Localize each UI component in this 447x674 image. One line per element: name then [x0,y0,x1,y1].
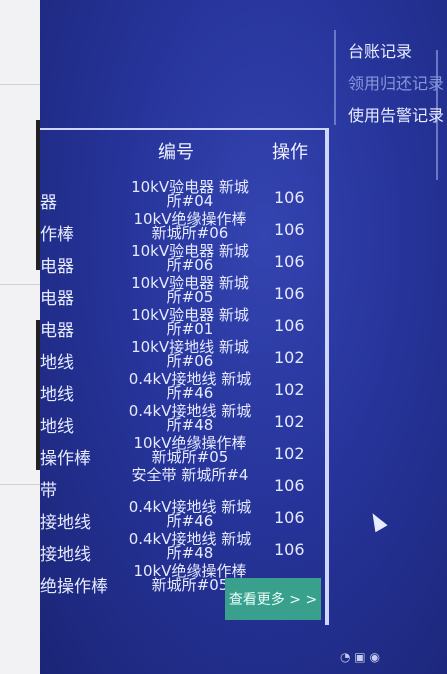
equipment-number: 10kV验电器 新城 所#04 [110,180,270,210]
equipment-name: 地线 [40,417,74,437]
table-row[interactable]: 地线 0.4kV接地线 新城 所#46 102 [40,372,325,406]
number-line: 所#05 [166,288,214,306]
operation-cell[interactable]: 106 [274,252,305,271]
menu-item-ledger[interactable]: 台账记录 [348,38,412,62]
number-line: 所#04 [166,192,214,210]
operation-cell[interactable]: 102 [274,380,305,399]
view-more-button[interactable]: 查看更多 > > [225,578,321,620]
equipment-number: 10kV验电器 新城 所#05 [110,276,270,306]
equipment-number: 10kV接地线 新城 所#06 [110,340,270,370]
record-menu: 台账记录 领用归还记录 使用告警记录 [334,30,447,180]
equipment-table: 编号 操作 器 10kV验电器 新城 所#04 106 作棒 10kV绝缘操作棒新… [40,128,329,625]
number-line: 所#48 [166,544,214,562]
number-line: 安全带 新城所#4 [131,466,249,484]
table-row[interactable]: 电器 10kV验电器 新城 所#05 106 [40,276,325,310]
equipment-number: 0.4kV接地线 新城 所#46 [110,372,270,402]
number-line: 所#01 [166,320,214,338]
table-row[interactable]: 接地线 0.4kV接地线 新城 所#48 106 [40,532,325,566]
left-window-panel [0,0,40,674]
table-row[interactable]: 接地线 0.4kV接地线 新城 所#46 106 [40,500,325,534]
table-row[interactable]: 作棒 10kV绝缘操作棒 新城所#06 106 [40,212,325,246]
operation-cell[interactable]: 106 [274,508,305,527]
number-line: 所#46 [166,384,214,402]
menu-item-borrow-return[interactable]: 领用归还记录 [348,70,444,94]
table-row[interactable]: 电器 10kV验电器 新城 所#01 106 [40,308,325,342]
equipment-number: 安全带 新城所#4 [110,466,270,484]
equipment-name: 带 [40,481,57,501]
number-line: 新城所#05 [151,448,229,466]
number-line: 所#46 [166,512,214,530]
operation-cell[interactable]: 106 [274,540,305,559]
menu-divider [334,30,336,125]
equipment-name: 电器 [40,321,74,341]
column-header-operation: 操作 [272,142,308,163]
equipment-name: 电器 [40,257,74,277]
equipment-name: 作棒 [40,225,74,245]
table-row[interactable]: 带 安全带 新城所#4 106 [40,466,325,502]
equipment-name: 操作棒 [40,449,91,469]
equipment-number: 10kV验电器 新城 所#01 [110,308,270,338]
equipment-name: 绝操作棒 [40,577,108,597]
operation-cell[interactable]: 102 [274,412,305,431]
panel-divider [0,484,40,485]
equipment-name: 接地线 [40,545,91,565]
taskbar-tray: ◔ ▣ ◉ [340,650,447,674]
equipment-name: 接地线 [40,513,91,533]
table-row[interactable]: 地线 0.4kV接地线 新城 所#48 102 [40,404,325,438]
panel-divider [0,84,40,85]
operation-cell[interactable]: 106 [274,316,305,335]
equipment-number: 0.4kV接地线 新城 所#48 [110,404,270,434]
table-header: 编号 操作 [40,130,325,164]
operation-cell[interactable]: 106 [274,476,305,495]
equipment-number: 10kV绝缘操作棒 新城所#06 [110,212,270,242]
operation-cell[interactable]: 106 [274,188,305,207]
operation-cell[interactable]: 106 [274,220,305,239]
equipment-name: 地线 [40,353,74,373]
menu-item-usage-alert[interactable]: 使用告警记录 [348,102,444,126]
equipment-number: 0.4kV接地线 新城 所#48 [110,532,270,562]
mouse-pointer-icon [366,509,388,533]
equipment-name: 电器 [40,289,74,309]
table-row[interactable]: 操作棒 10kV绝缘操作棒 新城所#05 102 [40,436,325,470]
equipment-number: 10kV绝缘操作棒 新城所#05 [110,436,270,466]
operation-cell[interactable]: 102 [274,348,305,367]
equipment-name: 器 [40,193,57,213]
number-line: 新城所#06 [151,224,229,242]
operation-cell[interactable]: 106 [274,284,305,303]
monitor-screen: 台账记录 领用归还记录 使用告警记录 编号 操作 器 10kV验电器 新城 所#0… [40,0,447,674]
equipment-name: 地线 [40,385,74,405]
table-row[interactable]: 器 10kV验电器 新城 所#04 106 [40,180,325,214]
number-line: 所#06 [166,352,214,370]
operation-cell[interactable]: 102 [274,444,305,463]
tray-icon[interactable]: ◔ ▣ ◉ [340,650,380,664]
column-header-number: 编号 [158,142,194,163]
table-row[interactable]: 电器 10kV验电器 新城 所#06 106 [40,244,325,278]
number-line: 所#48 [166,416,214,434]
equipment-number: 10kV验电器 新城 所#06 [110,244,270,274]
table-row[interactable]: 地线 10kV接地线 新城 所#06 102 [40,340,325,374]
number-line: 所#06 [166,256,214,274]
panel-divider [0,284,40,285]
equipment-number: 0.4kV接地线 新城 所#46 [110,500,270,530]
